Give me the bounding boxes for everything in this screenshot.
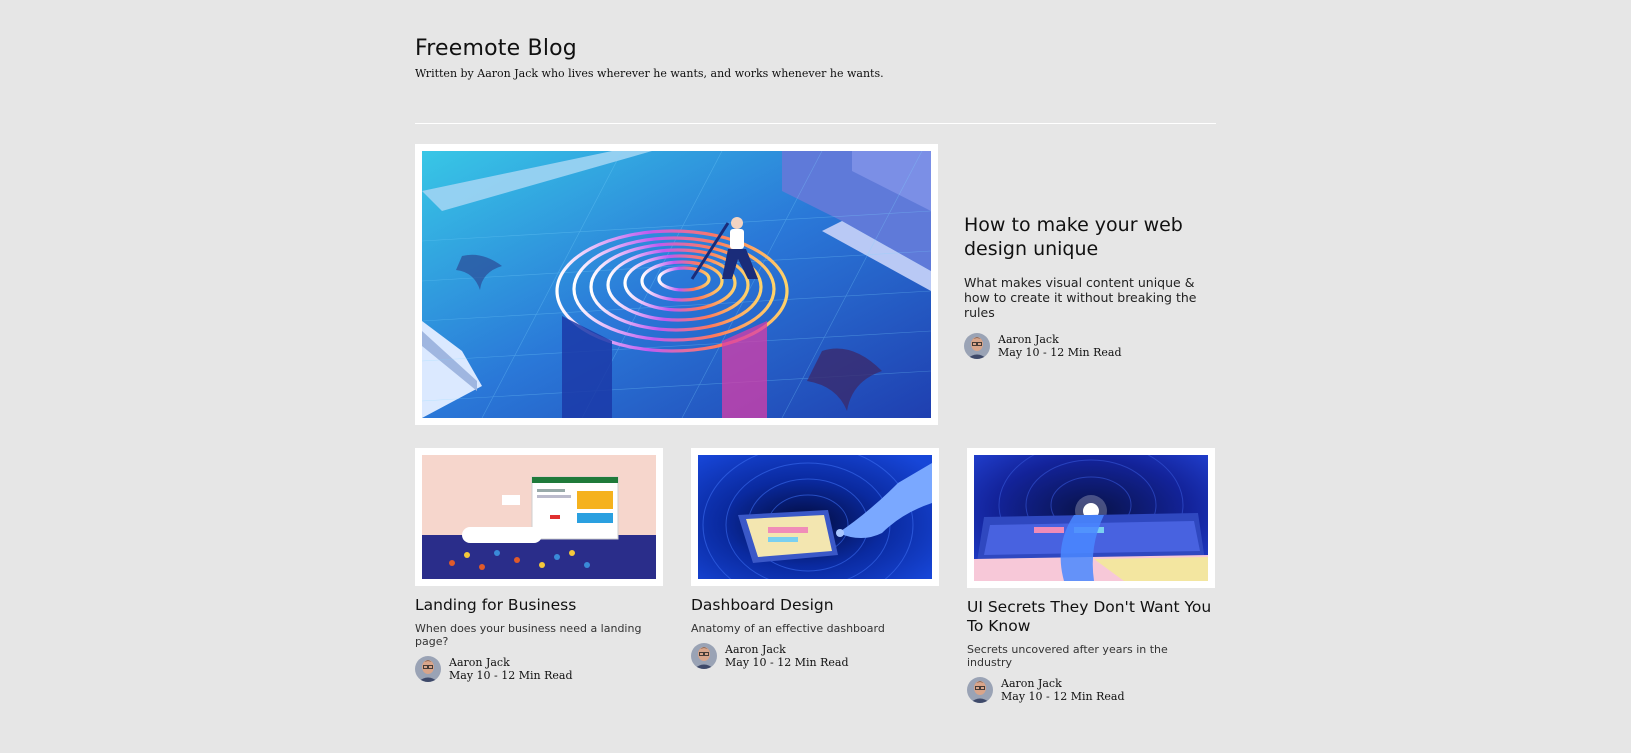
featured-post-image[interactable] <box>415 144 938 425</box>
post-card-author: Aaron Jack May 10 - 12 Min Read <box>691 643 939 669</box>
post-card-image[interactable] <box>967 448 1215 588</box>
blog-title[interactable]: Freemote Blog <box>415 36 1215 61</box>
featured-post: How to make your web design unique What … <box>964 213 1216 359</box>
featured-post-title[interactable]: How to make your web design unique <box>964 213 1216 261</box>
post-card-title[interactable]: Landing for Business <box>415 596 663 615</box>
landing-page-illustration <box>422 455 656 579</box>
author-name: Aaron Jack <box>1001 677 1062 690</box>
post-card-image[interactable] <box>415 448 663 586</box>
post-card-author: Aaron Jack May 10 - 12 Min Read <box>967 677 1215 703</box>
post-card-author: Aaron Jack May 10 - 12 Min Read <box>415 656 663 682</box>
avatar <box>415 656 441 682</box>
author-name: Aaron Jack <box>449 656 510 669</box>
post-card-description: Secrets uncovered after years in the ind… <box>967 643 1168 669</box>
author-avatar-icon <box>691 643 717 669</box>
author-name: Aaron Jack <box>725 643 786 656</box>
fingerprint-pool-illustration <box>422 151 931 418</box>
featured-post-author: Aaron Jack May 10 - 12 Min Read <box>964 333 1216 359</box>
post-card: UI Secrets They Don't Want You To Know S… <box>967 448 1215 703</box>
blog-header: Freemote Blog Written by Aaron Jack who … <box>415 36 1215 80</box>
post-meta: May 10 - 12 Min Read <box>998 346 1122 359</box>
post-meta: May 10 - 12 Min Read <box>449 669 573 682</box>
dashboard-tunnel-illustration <box>698 455 932 579</box>
post-card-title[interactable]: Dashboard Design <box>691 596 939 615</box>
post-meta: May 10 - 12 Min Read <box>1001 690 1125 703</box>
author-avatar-icon <box>967 677 993 703</box>
featured-post-description: What makes visual content unique & how t… <box>964 275 1197 320</box>
post-card-description: Anatomy of an effective dashboard <box>691 622 885 635</box>
blog-subtitle: Written by Aaron Jack who lives wherever… <box>415 67 884 80</box>
author-name: Aaron Jack <box>998 333 1059 346</box>
post-card-title[interactable]: UI Secrets They Don't Want You To Know <box>967 598 1215 636</box>
post-card: Dashboard Design Anatomy of an effective… <box>691 448 939 669</box>
avatar <box>691 643 717 669</box>
header-divider <box>415 123 1216 124</box>
post-card-image[interactable] <box>691 448 939 586</box>
ui-secrets-illustration <box>974 455 1208 581</box>
author-avatar-icon <box>964 333 990 359</box>
author-avatar-icon <box>415 656 441 682</box>
post-card-description: When does your business need a landing p… <box>415 622 642 648</box>
avatar <box>967 677 993 703</box>
post-card: Landing for Business When does your busi… <box>415 448 663 682</box>
avatar <box>964 333 990 359</box>
post-meta: May 10 - 12 Min Read <box>725 656 849 669</box>
